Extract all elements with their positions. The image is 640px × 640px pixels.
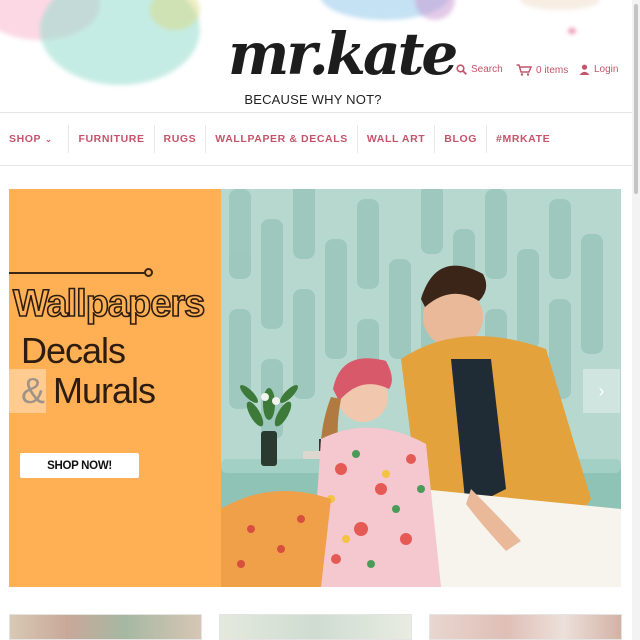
nav-item-label: WALL ART <box>366 133 426 145</box>
page-scrollbar[interactable] <box>632 0 640 640</box>
logo-tagline: BECAUSE WHY NOT? <box>244 92 382 107</box>
scrollbar-thumb[interactable] <box>634 4 638 194</box>
user-icon <box>579 64 590 75</box>
cart-link[interactable]: 0 items <box>516 64 568 76</box>
nav-item-rugs[interactable]: RUGS <box>153 125 206 153</box>
nav-item-label: #MRKATE <box>496 133 551 145</box>
nav-item-wallpaper-decals[interactable]: WALLPAPER & DECALS <box>205 125 357 153</box>
main-nav: SHOP ⌄ FURNITURE RUGS WALLPAPER & DECALS… <box>0 112 632 166</box>
nav-item-label: FURNITURE <box>78 133 145 145</box>
hero-prev-arrow[interactable] <box>9 369 46 413</box>
nav-item-label: SHOP <box>9 133 42 145</box>
login-label: Login <box>594 64 619 75</box>
search-label: Search <box>471 64 503 75</box>
chevron-down-icon: ⌄ <box>45 134 53 144</box>
hero-photo-illustration <box>221 189 621 587</box>
hero-photo <box>221 189 621 587</box>
search-icon <box>456 64 467 75</box>
hero-next-arrow[interactable]: › <box>583 369 620 413</box>
nav-item-wall-art[interactable]: WALL ART <box>356 125 434 153</box>
login-link[interactable]: Login <box>579 64 618 75</box>
watercolor-decoration <box>568 28 576 34</box>
nav-item-mrkate[interactable]: #MRKATE <box>486 125 559 153</box>
watercolor-decoration <box>520 0 600 10</box>
nav-item-label: BLOG <box>444 133 478 145</box>
product-thumbnail[interactable] <box>219 614 412 640</box>
nav-item-blog[interactable]: BLOG <box>434 125 486 153</box>
nav-item-shop[interactable]: SHOP ⌄ <box>0 125 68 153</box>
cart-icon <box>516 64 532 76</box>
logo-wordmark: mr.kate <box>228 20 458 88</box>
hero-banner[interactable]: Wallpapers Decals & Murals SHOP NOW! <box>9 189 621 587</box>
hero-heading-decals: Decals <box>21 330 126 371</box>
nav-item-label: WALLPAPER & DECALS <box>215 133 348 145</box>
nav-item-label: RUGS <box>163 133 197 145</box>
product-thumbnail[interactable] <box>9 614 202 640</box>
site-header: mr.kate BECAUSE WHY NOT? Search 0 items … <box>0 0 640 112</box>
hero-heading-wallpapers: Wallpapers <box>12 282 206 326</box>
nav-item-furniture[interactable]: FURNITURE <box>68 125 153 153</box>
cart-count: 0 items <box>536 64 569 76</box>
watercolor-decoration <box>415 0 455 20</box>
hero-divider-dot <box>144 268 153 277</box>
product-thumbnail[interactable] <box>429 614 622 640</box>
search-link[interactable]: Search <box>456 64 503 75</box>
chevron-right-icon: › <box>598 380 605 401</box>
site-logo[interactable]: mr.kate BECAUSE WHY NOT? <box>228 14 458 107</box>
hero-divider-line <box>9 272 147 274</box>
shop-now-button[interactable]: SHOP NOW! <box>20 453 139 478</box>
hero-murals-text: Murals <box>53 370 156 411</box>
